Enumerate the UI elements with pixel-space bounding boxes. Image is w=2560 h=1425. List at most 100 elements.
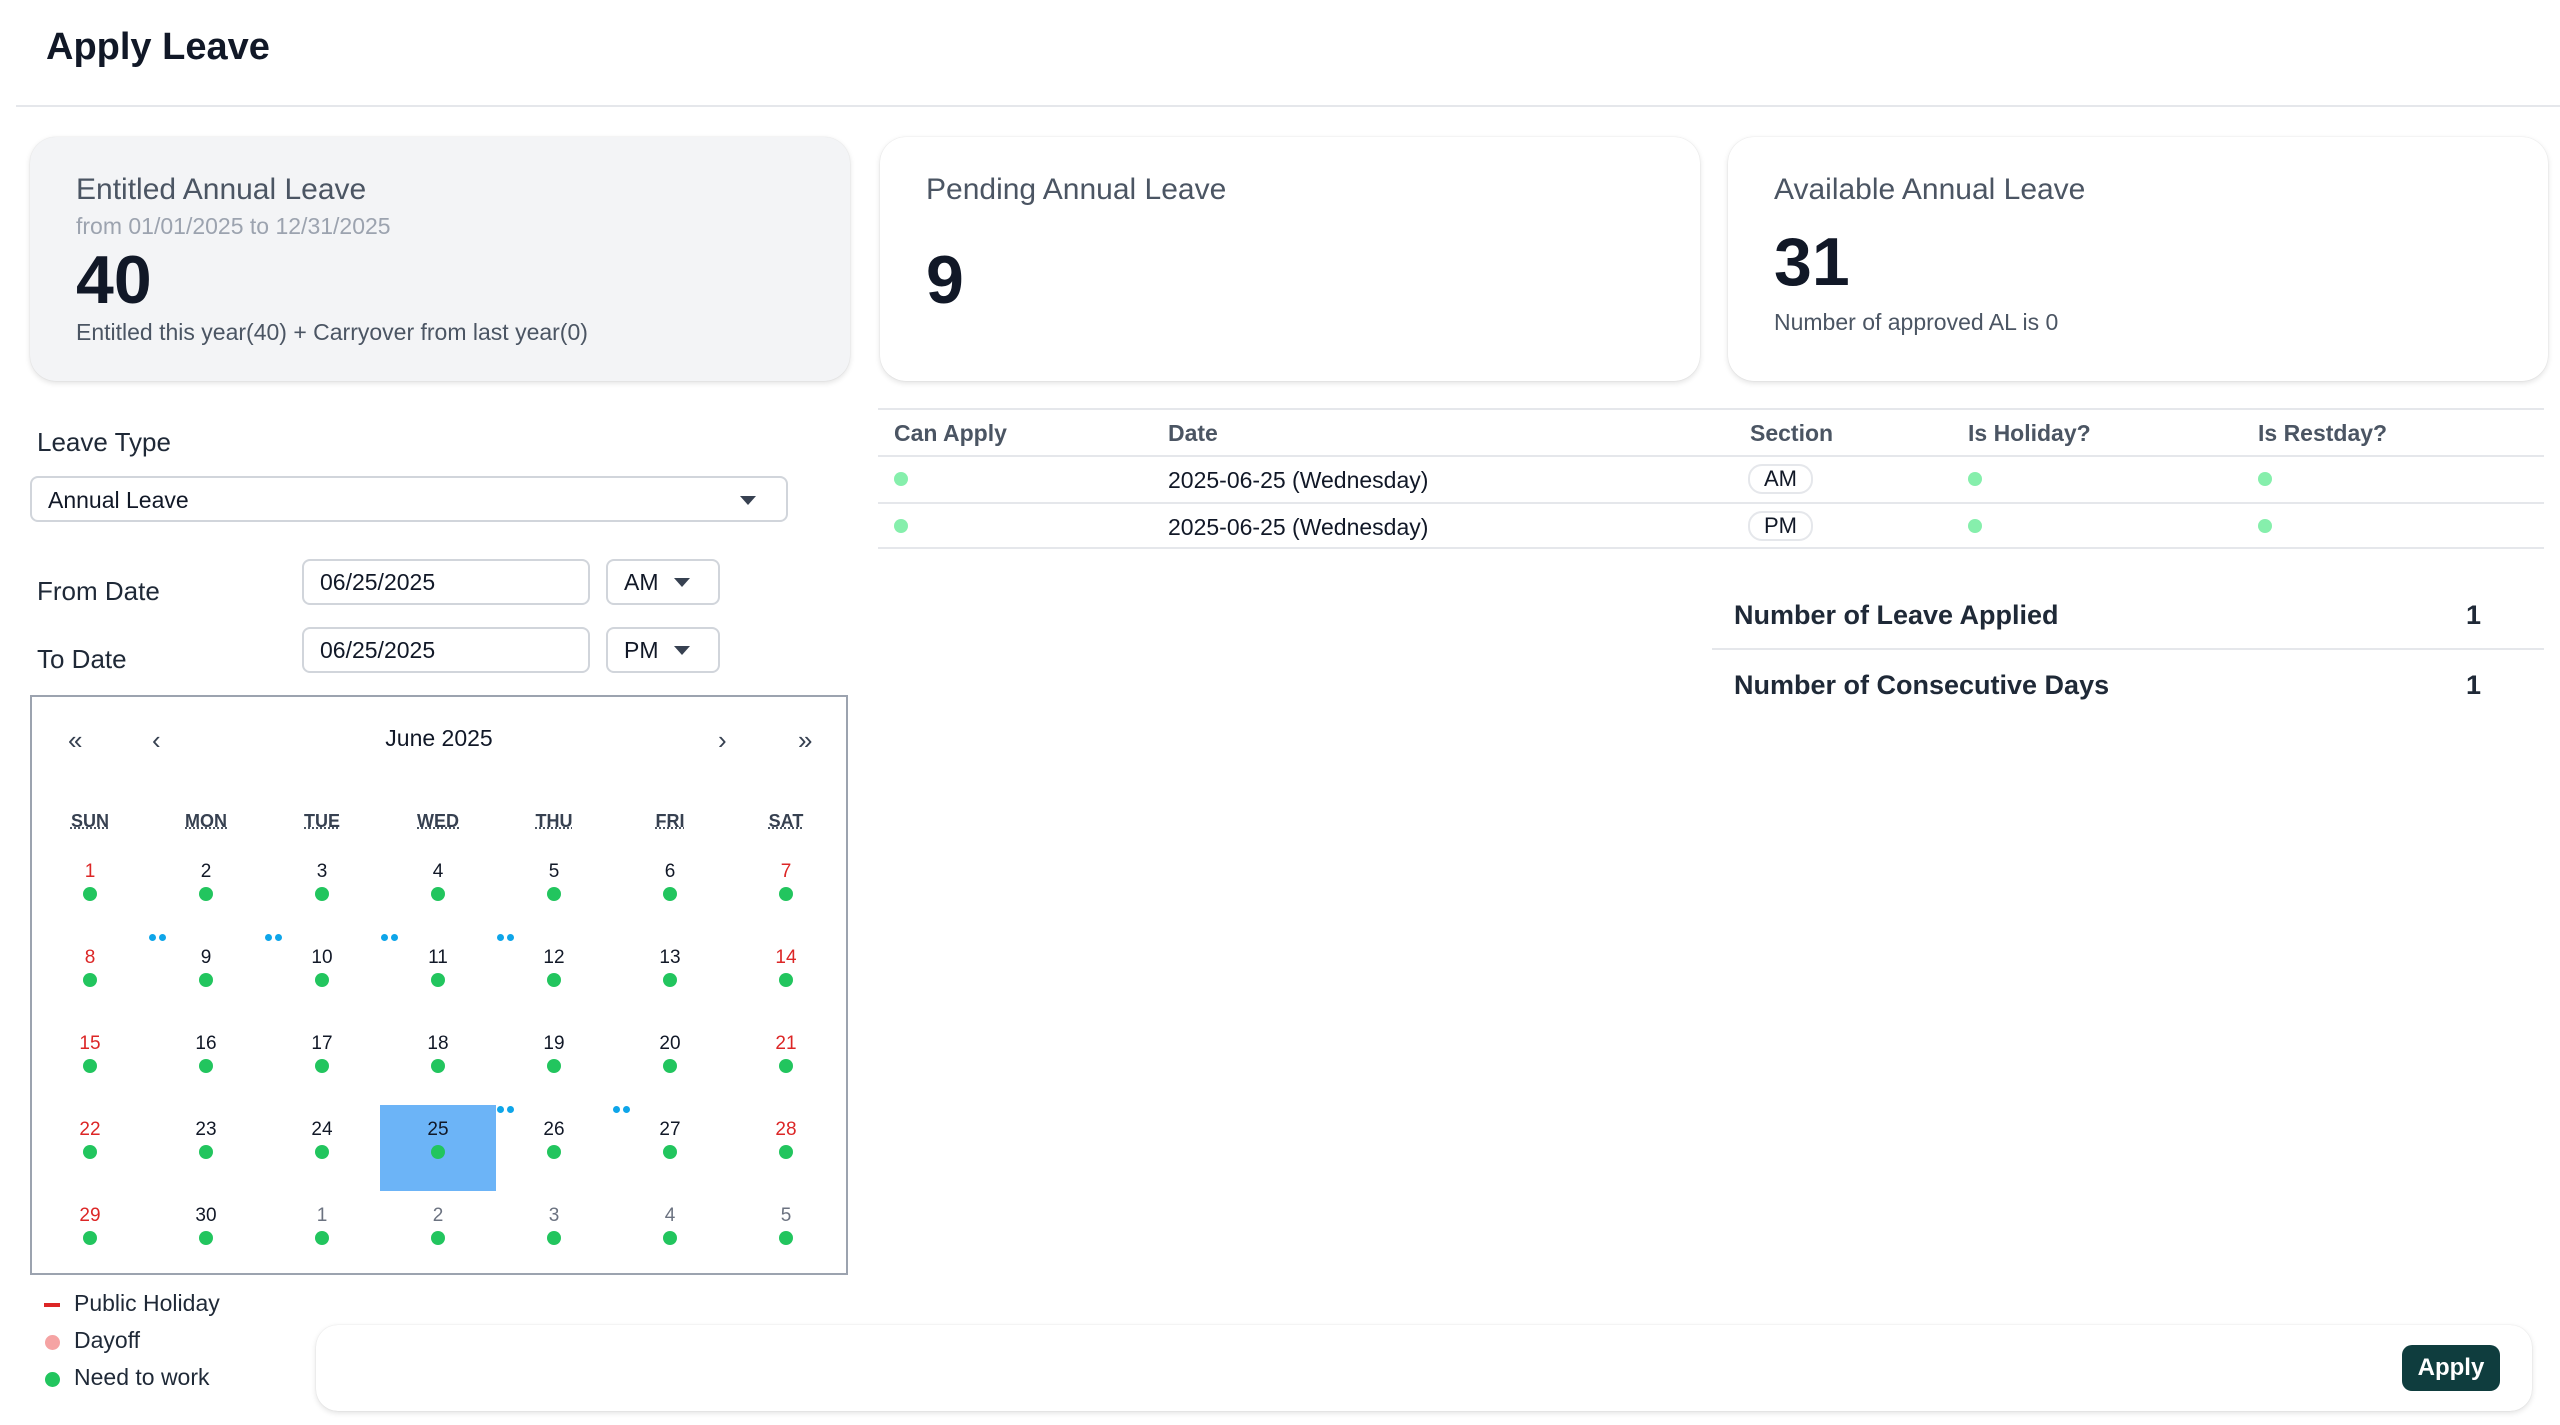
calendar-day[interactable]: 13 (612, 933, 728, 1019)
calendar-day[interactable]: 29 (32, 1191, 148, 1277)
calendar-day-number: 25 (427, 1119, 449, 1140)
calendar-day[interactable]: 19 (496, 1019, 612, 1113)
calendar-day[interactable]: 10 (264, 933, 380, 1019)
calendar-day-number: 2 (432, 1205, 444, 1226)
to-half-select[interactable]: PM (606, 627, 720, 673)
calendar-day[interactable]: 20 (612, 1019, 728, 1113)
calendar-day[interactable]: 11 (380, 933, 496, 1019)
calendar-day[interactable]: 3 (496, 1191, 612, 1277)
calendar-day[interactable]: 3 (264, 847, 380, 941)
work-day-dot-icon (431, 973, 445, 987)
entitled-leave-card: Entitled Annual Leave from 01/01/2025 to… (30, 137, 850, 381)
calendar-day[interactable]: 4 (380, 847, 496, 941)
work-day-dot-icon (381, 887, 445, 941)
calendar-day-number: 1 (84, 861, 96, 882)
work-day-dot-icon (83, 1231, 97, 1245)
calendar-day-number: 5 (780, 1205, 792, 1226)
calendar-day-number: 20 (659, 1033, 681, 1054)
weekday-wed: WED (417, 811, 459, 831)
calendar-day[interactable]: 23 (148, 1105, 264, 1191)
calendar-day[interactable]: 26 (496, 1105, 612, 1191)
calendar-day[interactable]: 5 (496, 847, 612, 941)
header-section: Section (1750, 420, 1834, 446)
calendar-day-number: 23 (195, 1119, 217, 1140)
calendar-day[interactable]: 5 (728, 1191, 844, 1277)
work-day-dot-icon (265, 887, 329, 941)
calendar-day[interactable]: 1 (264, 1191, 380, 1277)
is-restday-dot-icon (2258, 472, 2272, 486)
calendar-day[interactable]: 22 (32, 1105, 148, 1191)
chevron-down-icon (740, 496, 756, 505)
page-header: Apply Leave (16, 0, 2560, 107)
header-is-holiday: Is Holiday? (1968, 420, 2091, 446)
work-day-dot-icon (779, 973, 793, 987)
next-year-button[interactable]: » (798, 725, 812, 756)
from-date-input[interactable]: 06/25/2025 (302, 559, 590, 605)
to-date-value: 06/25/2025 (320, 637, 436, 663)
summary-leave-applied: Number of Leave Applied 1 (1712, 580, 2544, 650)
from-half-select[interactable]: AM (606, 559, 720, 605)
calendar-day[interactable]: 7 (728, 847, 844, 933)
calendar-day[interactable]: 2 (380, 1191, 496, 1277)
calendar-day[interactable]: 27 (612, 1105, 728, 1191)
calendar-day-number: 26 (543, 1119, 565, 1140)
calendar-day[interactable]: 25 (380, 1105, 496, 1191)
calendar-day[interactable]: 24 (264, 1105, 380, 1191)
calendar-day[interactable]: 6 (612, 847, 728, 933)
calendar-day[interactable]: 30 (148, 1191, 264, 1277)
work-day-dot-icon (199, 1059, 213, 1073)
calendar-day-number: 4 (432, 861, 444, 882)
calendar-day[interactable]: 14 (728, 933, 844, 1019)
calendar-day[interactable]: 12 (496, 933, 612, 1019)
work-day-dot-icon (149, 887, 213, 941)
work-day-dot-icon (199, 973, 213, 987)
calendar-day[interactable]: 28 (728, 1105, 844, 1191)
calendar-day-number: 3 (548, 1205, 560, 1226)
calendar-day[interactable]: 2 (148, 847, 264, 941)
header-date: Date (1168, 420, 1218, 446)
action-bar: Apply (316, 1325, 2532, 1411)
work-day-dot-icon (779, 1231, 793, 1245)
calendar-day[interactable]: 16 (148, 1019, 264, 1105)
is-holiday-dot-icon (1968, 519, 1982, 533)
calendar-day[interactable]: 15 (32, 1019, 148, 1105)
summary-applied-label: Number of Leave Applied (1734, 600, 2059, 630)
table-row: 2025-06-25 (Wednesday) AM (878, 455, 2544, 502)
section-pill: AM (1748, 464, 1813, 494)
calendar-day-number: 22 (79, 1119, 101, 1140)
apply-button[interactable]: Apply (2402, 1345, 2500, 1391)
page-title: Apply Leave (46, 26, 270, 68)
summary-applied-value: 1 (2466, 600, 2482, 630)
legend-label: Need to work (74, 1364, 210, 1390)
calendar-day-number: 2 (200, 861, 212, 882)
calendar-day[interactable]: 4 (612, 1191, 728, 1277)
next-month-button[interactable]: › (718, 725, 727, 756)
header-can-apply: Can Apply (894, 420, 1007, 446)
calendar-day[interactable]: 17 (264, 1019, 380, 1105)
from-date-value: 06/25/2025 (320, 569, 436, 595)
calendar-day-number: 13 (659, 947, 681, 968)
calendar-day[interactable]: 9 (148, 933, 264, 1019)
entitled-card-title: Entitled Annual Leave (76, 173, 367, 206)
weekday-thu: THU (535, 811, 573, 831)
leave-type-select[interactable]: Annual Leave (30, 476, 788, 522)
weekday-fri: FRI (655, 811, 685, 831)
calendar-day[interactable]: 18 (380, 1019, 496, 1113)
work-day-dot-icon (431, 1231, 445, 1245)
work-day-dot-icon (199, 1231, 213, 1245)
calendar-day-number: 15 (79, 1033, 101, 1054)
work-day-dot-icon (315, 1145, 329, 1159)
summary-consecutive-value: 1 (2466, 670, 2482, 700)
is-holiday-dot-icon (1968, 472, 1982, 486)
available-card-value: 31 (1774, 224, 1850, 300)
from-date-label: From Date (37, 576, 160, 606)
calendar-day[interactable]: 1 (32, 847, 148, 933)
table-header-row: Can Apply Date Section Is Holiday? Is Re… (878, 408, 2544, 455)
calendar-day[interactable]: 21 (728, 1019, 844, 1105)
calendar-day-number: 24 (311, 1119, 333, 1140)
from-half-value: AM (624, 569, 659, 595)
to-date-input[interactable]: 06/25/2025 (302, 627, 590, 673)
entitled-card-value: 40 (76, 242, 152, 318)
calendar-day-number: 27 (659, 1119, 681, 1140)
calendar-day[interactable]: 8 (32, 933, 148, 1019)
